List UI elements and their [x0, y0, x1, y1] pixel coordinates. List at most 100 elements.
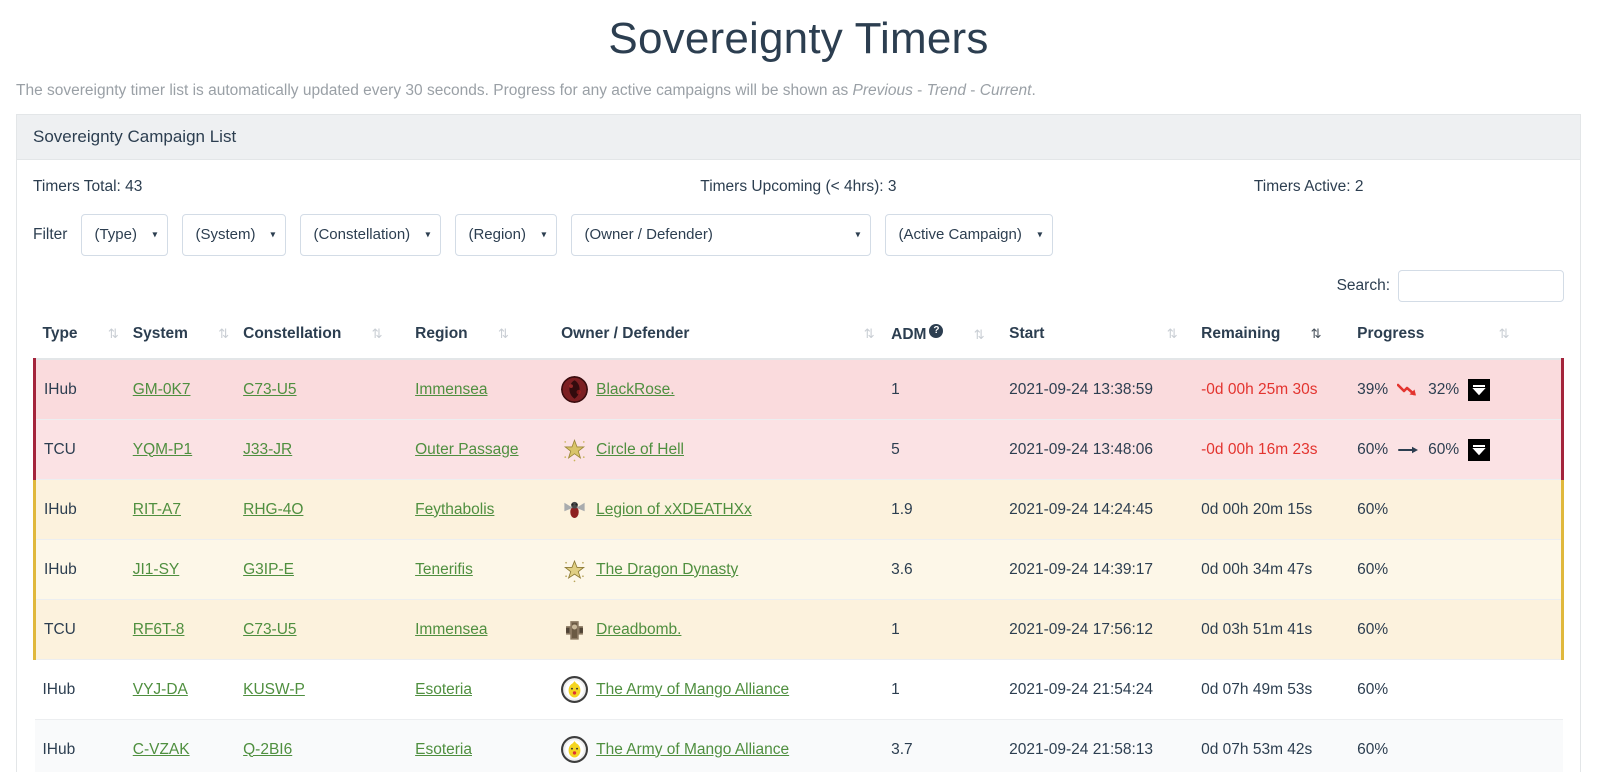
filter-constellation-wrap: (Constellation) ▾ — [300, 214, 442, 256]
stat-timers-upcoming: Timers Upcoming (< 4hrs): 3 — [700, 178, 897, 195]
cell-region: Tenerifis — [407, 539, 554, 601]
constellation-link[interactable]: J33-JR — [243, 441, 292, 458]
column-header-start[interactable]: Start ⇅ — [1001, 314, 1194, 361]
table-row[interactable]: TCU RF6T-8 C73-U5 Immensea Dreadbomb. 1 2021-0… — [32, 599, 1565, 661]
expand-row-icon — [1472, 444, 1486, 455]
region-link[interactable]: Outer Passage — [415, 441, 518, 458]
column-label-progress: Progress — [1357, 325, 1425, 343]
filter-constellation-select[interactable]: (Constellation) — [300, 214, 442, 256]
search-label: Search: — [1336, 277, 1390, 294]
sort-both-icon[interactable]: ⇅ — [1499, 326, 1510, 342]
cell-constellation: C73-U5 — [235, 599, 408, 661]
filter-system-select[interactable]: (System) — [182, 214, 287, 256]
sort-both-icon[interactable]: ⇅ — [864, 326, 875, 342]
cell-remaining: 0d 07h 53m 42s — [1193, 719, 1350, 772]
owner-link[interactable]: Dreadbomb. — [596, 621, 681, 639]
filter-region-wrap: (Region) ▾ — [455, 214, 558, 256]
region-link[interactable]: Esoteria — [415, 741, 472, 758]
mango-alliance-logo — [561, 676, 589, 704]
system-link[interactable]: VYJ-DA — [133, 681, 188, 698]
cell-start: 2021-09-24 13:48:06 — [1001, 419, 1194, 481]
sort-both-icon[interactable]: ⇅ — [1167, 326, 1178, 342]
column-header-type[interactable]: Type ⇅ — [34, 314, 125, 361]
subtitle-text-1: The sovereignty timer list is automatica… — [16, 82, 853, 99]
help-icon[interactable]: ? — [929, 324, 944, 338]
sort-both-icon[interactable]: ⇅ — [108, 326, 119, 342]
table-row[interactable]: TCU YQM-P1 J33-JR Outer Passage Circle of He… — [32, 419, 1565, 481]
cell-progress: 60% — [1349, 479, 1565, 541]
cell-type: TCU — [32, 599, 125, 661]
trend-down-icon — [1397, 383, 1417, 396]
cell-type: IHub — [34, 719, 125, 772]
filter-owner-defender-select[interactable]: (Owner / Defender) — [571, 214, 872, 256]
table-row[interactable]: IHub VYJ-DA KUSW-P Esoteria The Army of Mang… — [34, 659, 1563, 721]
sort-both-icon[interactable]: ⇅ — [498, 326, 509, 342]
system-link[interactable]: RF6T-8 — [133, 621, 185, 638]
cell-owner-defender: The Army of Mango Alliance — [553, 659, 884, 721]
system-link[interactable]: RIT-A7 — [133, 501, 181, 518]
cell-start: 2021-09-24 21:58:13 — [1001, 719, 1194, 772]
system-link[interactable]: GM-0K7 — [133, 381, 191, 398]
search-input[interactable] — [1398, 270, 1564, 302]
stats-row: Timers Total: 43 Timers Upcoming (< 4hrs… — [33, 172, 1564, 210]
region-link[interactable]: Immensea — [415, 621, 487, 638]
constellation-link[interactable]: Q-2BI6 — [243, 741, 292, 758]
cell-adm: 1 — [883, 659, 1002, 721]
column-label-system: System — [132, 325, 188, 343]
constellation-link[interactable]: C73-U5 — [243, 621, 296, 638]
cell-remaining: 0d 00h 20m 15s — [1193, 479, 1350, 541]
panel-heading: Sovereignty Campaign List — [17, 115, 1580, 160]
owner-link[interactable]: Circle of Hell — [596, 441, 684, 459]
table-row[interactable]: IHub RIT-A7 RHG-4O Feythabolis Legion of xXD… — [32, 479, 1565, 541]
column-header-system[interactable]: System ⇅ — [124, 314, 236, 361]
cell-adm: 3.6 — [883, 539, 1002, 601]
filter-active-campaign-select[interactable]: (Active Campaign) — [885, 214, 1054, 256]
owner-link[interactable]: The Dragon Dynasty — [596, 561, 738, 579]
column-header-adm[interactable]: ADM? ⇅ — [883, 314, 1002, 361]
circle-of-hell-logo — [561, 436, 588, 463]
constellation-link[interactable]: C73-U5 — [243, 381, 296, 398]
sort-both-icon[interactable]: ⇅ — [372, 326, 383, 342]
expand-row-button[interactable] — [1468, 438, 1491, 461]
owner-link[interactable]: BlackRose. — [596, 381, 674, 399]
cell-region: Outer Passage — [407, 419, 554, 481]
table-row[interactable]: IHub GM-0K7 C73-U5 Immensea BlackRose. 1 2021-… — [32, 359, 1565, 421]
constellation-link[interactable]: KUSW-P — [243, 681, 305, 698]
column-header-constellation[interactable]: Constellation ⇅ — [235, 314, 408, 361]
column-header-remaining[interactable]: Remaining ⇅ — [1193, 314, 1350, 361]
table-row[interactable]: IHub JI1-SY G3IP-E Tenerifis The Dragon Dyna… — [32, 539, 1565, 601]
sort-descending-icon[interactable]: ⇅ — [1311, 326, 1322, 342]
filter-type-select[interactable]: (Type) — [81, 214, 169, 256]
constellation-link[interactable]: RHG-4O — [243, 501, 303, 518]
cell-start: 2021-09-24 14:24:45 — [1001, 479, 1194, 541]
system-link[interactable]: YQM-P1 — [133, 441, 192, 458]
owner-link[interactable]: The Army of Mango Alliance — [596, 681, 789, 699]
system-link[interactable]: JI1-SY — [133, 561, 180, 578]
expand-row-button[interactable] — [1468, 378, 1491, 401]
cell-progress: 60% 60% — [1349, 419, 1565, 481]
owner-link[interactable]: The Army of Mango Alliance — [596, 741, 789, 759]
region-link[interactable]: Tenerifis — [415, 561, 473, 578]
progress-current: 32% — [1428, 380, 1460, 398]
column-header-progress[interactable]: Progress ⇅ — [1349, 314, 1563, 361]
column-header-region[interactable]: Region ⇅ — [407, 314, 554, 361]
table-row[interactable]: IHub C-VZAK Q-2BI6 Esoteria The Army of Mang… — [34, 719, 1563, 772]
cell-region: Immensea — [407, 359, 554, 421]
subtitle-em-previous: Previous — [852, 82, 913, 99]
owner-link[interactable]: Legion of xXDEATHXx — [596, 501, 752, 519]
region-link[interactable]: Immensea — [415, 381, 487, 398]
cell-progress: 60% — [1349, 539, 1565, 601]
system-link[interactable]: C-VZAK — [133, 741, 190, 758]
filter-region-select[interactable]: (Region) — [455, 214, 558, 256]
column-header-owner-defender[interactable]: Owner / Defender ⇅ — [553, 314, 884, 361]
constellation-link[interactable]: G3IP-E — [243, 561, 294, 578]
sort-both-icon[interactable]: ⇅ — [974, 327, 985, 343]
region-link[interactable]: Feythabolis — [415, 501, 494, 518]
region-link[interactable]: Esoteria — [415, 681, 472, 698]
sort-both-icon[interactable]: ⇅ — [218, 326, 229, 342]
subtitle-sep-1: - — [912, 82, 927, 99]
column-label-constellation: Constellation — [243, 325, 342, 343]
column-label-adm: ADM — [891, 326, 927, 344]
the-dragon-dynasty-logo — [561, 556, 588, 583]
filter-owner-defender-wrap: (Owner / Defender) ▾ — [571, 214, 872, 256]
